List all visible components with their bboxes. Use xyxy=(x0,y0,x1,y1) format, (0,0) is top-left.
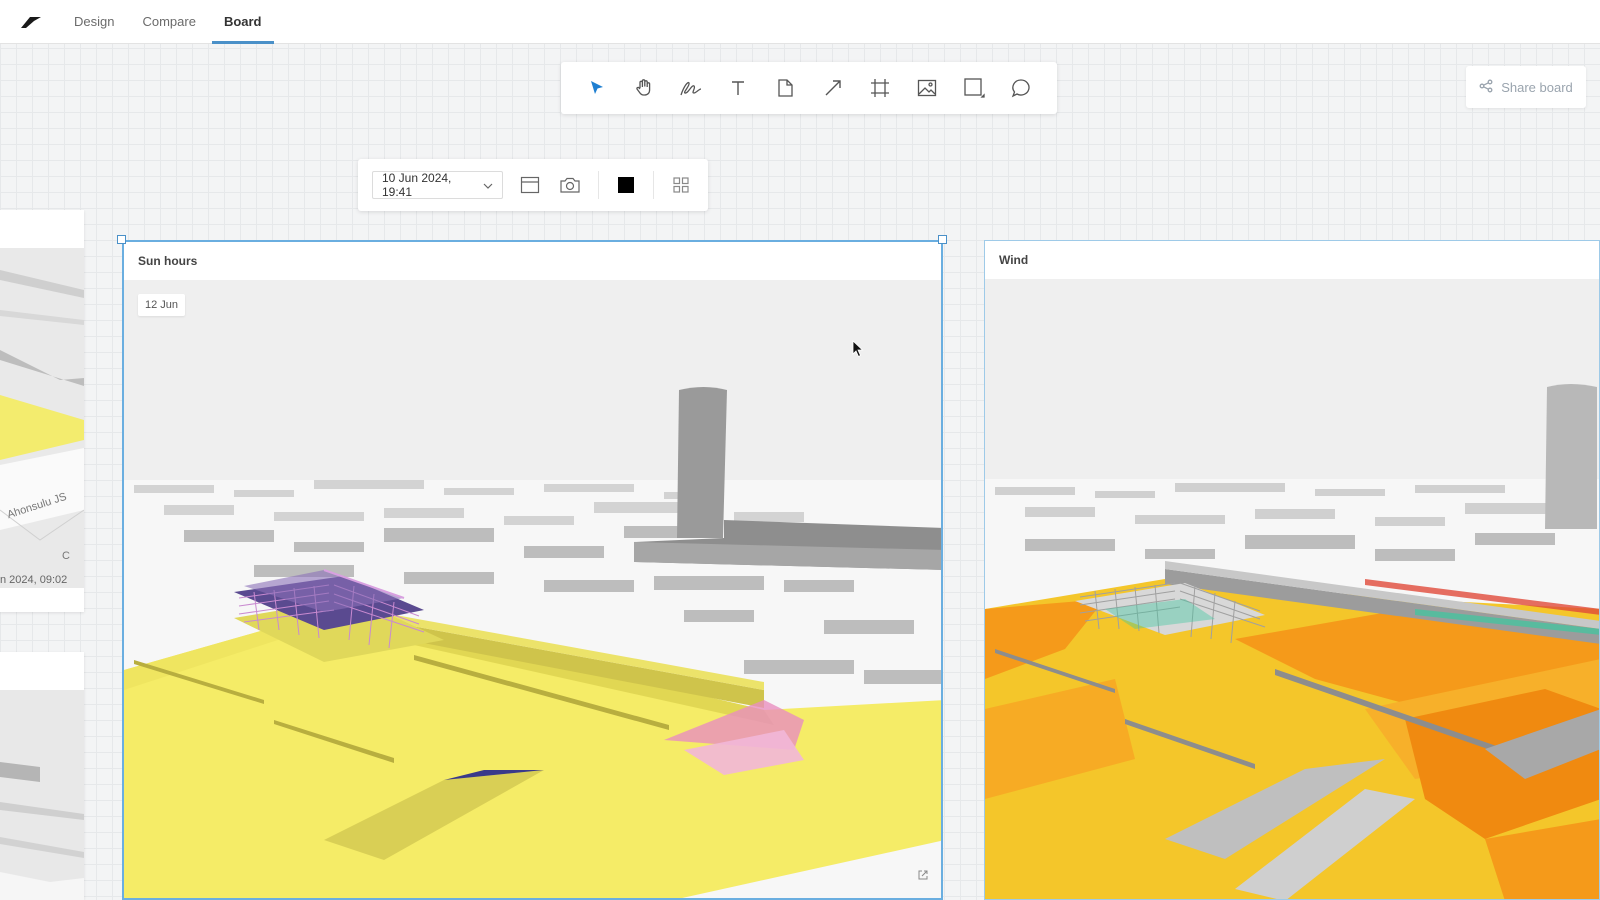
card-title: Sun hours xyxy=(138,254,198,268)
drawing-toolbar xyxy=(561,62,1057,114)
shape-icon[interactable] xyxy=(956,70,992,106)
text-icon[interactable] xyxy=(720,70,756,106)
resize-handle[interactable] xyxy=(117,235,126,244)
date-time-select[interactable]: 10 Jun 2024, 19:41 xyxy=(372,171,503,199)
share-icon xyxy=(1479,79,1493,96)
comment-icon[interactable] xyxy=(1003,70,1039,106)
card-timestamp: n 2024, 09:02 xyxy=(0,574,68,586)
hand-pan-icon[interactable] xyxy=(626,70,662,106)
divider xyxy=(652,171,654,199)
camera-icon[interactable] xyxy=(557,170,583,200)
tab-board[interactable]: Board xyxy=(211,0,274,44)
frame-icon[interactable] xyxy=(862,70,898,106)
card-thumbnail xyxy=(0,652,84,900)
date-time-value: 10 Jun 2024, 19:41 xyxy=(382,171,452,199)
autodesk-logo-icon[interactable] xyxy=(0,0,62,43)
share-board-label: Share board xyxy=(1501,79,1573,95)
layout-icon[interactable] xyxy=(517,170,543,200)
open-external-icon[interactable] xyxy=(917,868,929,886)
nav-tabs: Design Compare Board xyxy=(62,0,274,44)
select-arrow-icon[interactable] xyxy=(579,70,615,106)
view-context-bar: 10 Jun 2024, 19:41 xyxy=(358,159,708,211)
sun-hours-3d-scene xyxy=(124,280,941,898)
freehand-draw-icon[interactable] xyxy=(673,70,709,106)
board-card-partial[interactable] xyxy=(0,652,84,900)
divider xyxy=(597,171,599,199)
tab-design[interactable]: Design xyxy=(62,0,126,43)
mouse-cursor-icon xyxy=(852,340,864,363)
tab-compare[interactable]: Compare xyxy=(130,0,207,43)
wind-viewport[interactable] xyxy=(985,279,1599,899)
wind-card[interactable]: Wind xyxy=(984,240,1600,900)
grid-icon[interactable] xyxy=(668,170,694,200)
wind-3d-scene xyxy=(985,279,1599,899)
sticky-note-icon[interactable] xyxy=(767,70,803,106)
card-thumbnail xyxy=(0,210,84,612)
card-title: Wind xyxy=(999,253,1029,267)
color-swatch-icon[interactable] xyxy=(612,170,638,200)
image-icon[interactable] xyxy=(909,70,945,106)
top-nav: Design Compare Board xyxy=(0,0,1600,44)
share-board-button[interactable]: Share board xyxy=(1466,66,1586,108)
resize-handle[interactable] xyxy=(938,235,947,244)
sun-hours-viewport[interactable]: 12 Jun xyxy=(124,280,941,898)
chevron-down-icon xyxy=(483,178,493,192)
card-letter: C xyxy=(62,550,70,562)
sun-hours-card[interactable]: Sun hours 12 Jun xyxy=(122,240,943,900)
board-card-partial[interactable]: Ahonsulu JS C n 2024, 09:02 xyxy=(0,210,84,612)
date-chip: 12 Jun xyxy=(138,294,186,316)
arrow-line-icon[interactable] xyxy=(815,70,851,106)
